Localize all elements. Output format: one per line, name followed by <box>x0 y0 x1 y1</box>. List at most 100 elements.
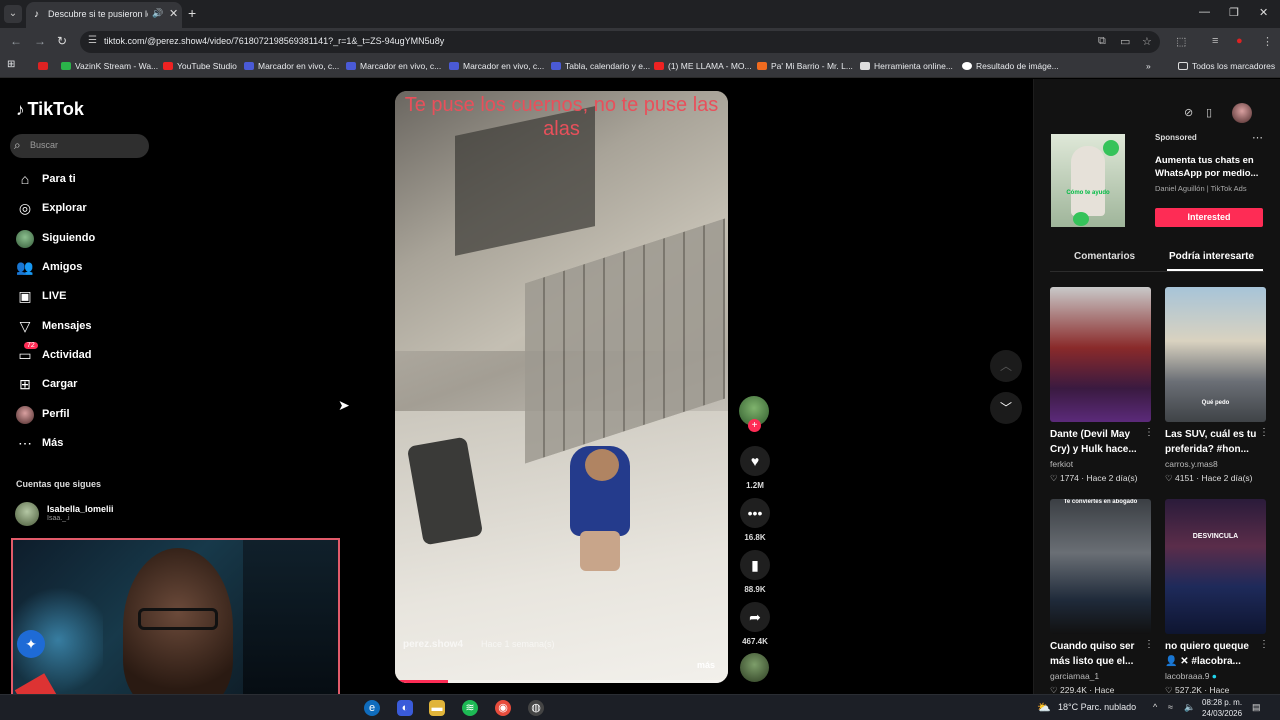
notifications-icon[interactable]: ▤ <box>1252 702 1261 713</box>
tiktok-logo[interactable]: ♪ TikTok <box>16 99 84 120</box>
menu-dots-icon[interactable]: ⋮ <box>1262 35 1273 48</box>
edge-icon[interactable]: e <box>364 700 380 716</box>
music-disc[interactable] <box>740 653 769 682</box>
youtube-icon <box>654 62 664 70</box>
like-button[interactable]: ♥ 1.2M <box>739 446 771 490</box>
following-account-name[interactable]: Isabella_lomelii <box>47 504 114 514</box>
ad-author: Daniel Aguillón | TikTok Ads <box>1155 184 1247 193</box>
spotify-icon[interactable]: ≋ <box>462 700 478 716</box>
next-video-button[interactable]: ﹀ <box>990 392 1022 424</box>
close-tab-icon[interactable]: ✕ <box>169 7 178 20</box>
profile-icon[interactable]: ● <box>1236 35 1243 47</box>
bookmark-item[interactable]: (1) ME LLAMA - MO... <box>654 61 752 71</box>
bookmark-item[interactable]: Pa' Mi Barrio - Mr. L... <box>757 61 853 71</box>
bookmark-item[interactable]: VazinK Stream - Wa... <box>61 61 158 71</box>
media-icon[interactable]: ≡ <box>1212 35 1218 47</box>
nav-label: Mensajes <box>42 320 92 332</box>
bookmark-item[interactable]: Resultado de imáge... <box>962 61 1059 71</box>
bookmark-item[interactable]: YouTube Studio <box>163 61 237 71</box>
nav-item-explorar[interactable]: ◎ Explorar <box>16 199 156 221</box>
nav-label: LIVE <box>42 290 67 302</box>
card-thumbnail: Te conviertes en abogado <box>1050 499 1151 634</box>
nav-item-perfil[interactable]: Perfil <box>16 405 156 427</box>
tab-comentarios[interactable]: Comentarios <box>1074 251 1135 262</box>
tab-search-button[interactable]: ⌄ <box>4 5 22 23</box>
tab-podria-interesarte[interactable]: Podría interesarte <box>1169 251 1254 262</box>
device-icon[interactable]: ▯ <box>1206 106 1212 119</box>
address-bar[interactable]: ☰ tiktok.com/@perez.show4/video/76180721… <box>80 31 1160 53</box>
video-progress-bar[interactable] <box>395 680 728 683</box>
card-options-icon[interactable]: ⋮ <box>1259 639 1269 650</box>
ad-text[interactable]: Aumenta tus chats en WhatsApp por medio.… <box>1155 154 1265 180</box>
extensions-icon[interactable]: ⬚ <box>1176 35 1186 48</box>
clock[interactable]: 08:28 p. m. 24/03/2026 <box>1202 697 1242 719</box>
compass-small-icon[interactable]: ⊘ <box>1184 106 1193 119</box>
bookmark-item[interactable]: Marcador en vivo, c... <box>449 61 544 71</box>
previous-video-button[interactable]: ︿ <box>990 350 1022 382</box>
nav-item-siguiendo[interactable]: Siguiendo <box>16 229 156 251</box>
folder-icon[interactable]: ▬ <box>429 700 445 716</box>
bookmark-item[interactable]: Herramienta online... <box>860 61 953 71</box>
card-options-icon[interactable]: ⋮ <box>1144 639 1154 650</box>
bookmark-item[interactable]: Tabla, calendario y e... <box>551 61 650 71</box>
minimize-icon[interactable]: — <box>1199 6 1210 18</box>
ad-thumbnail[interactable]: Cómo te ayudo <box>1051 134 1125 227</box>
card-options-icon[interactable]: ⋮ <box>1259 427 1269 438</box>
weather-text[interactable]: 18°C Parc. nublado <box>1058 702 1136 712</box>
all-bookmarks[interactable]: Todos los marcadores <box>1178 61 1275 71</box>
video-author[interactable]: perez.show4 <box>403 639 463 650</box>
interested-button[interactable]: Interested <box>1155 208 1263 227</box>
comment-button[interactable]: ••• 16.8K <box>739 498 771 542</box>
more-button[interactable]: más <box>697 660 715 670</box>
app-icon[interactable]: ◐ <box>397 700 413 716</box>
card-options-icon[interactable]: ⋮ <box>1144 427 1154 438</box>
webcam-overlay: ✦ <box>11 538 340 713</box>
forward-icon[interactable]: → <box>34 34 46 48</box>
bookmark-item[interactable] <box>38 61 52 71</box>
follow-plus-icon[interactable]: + <box>748 419 761 432</box>
video-scene-head <box>585 449 619 481</box>
bookmark-item[interactable]: Marcador en vivo, c... <box>346 61 441 71</box>
card-title: Cuando quiso ser más listo que el... <box>1050 641 1135 667</box>
translate-icon[interactable]: ⧉ <box>1098 35 1106 48</box>
like-count: 1.2M <box>746 481 764 490</box>
search-input[interactable]: ⌕ Buscar <box>10 134 149 158</box>
nav-item-para-ti[interactable]: ⌂ Para ti <box>16 170 156 192</box>
nav-item-actividad[interactable]: ▭ 72 Actividad <box>16 342 156 368</box>
video-time: Hace 1 semana(s) <box>481 639 555 649</box>
nav-item-mensajes[interactable]: ▽ Mensajes <box>16 317 156 339</box>
video-player[interactable]: Te puse los cuernos, no te puse las alas… <box>395 91 728 683</box>
avatar[interactable] <box>15 502 39 526</box>
more-bookmarks-icon[interactable]: » <box>1146 61 1151 71</box>
volume-icon[interactable]: 🔈 <box>1184 702 1195 713</box>
video-caption: Te puse los cuernos, no te puse las alas <box>404 94 719 140</box>
share-button[interactable]: ➦ 467.4K <box>739 602 771 646</box>
obs-icon[interactable]: ◍ <box>528 700 544 716</box>
speaker-icon[interactable]: 🔊 <box>152 8 163 19</box>
save-button[interactable]: ▮ 88.9K <box>739 550 771 594</box>
ad-options-icon[interactable]: ⋯ <box>1252 131 1263 144</box>
nav-item-amigos[interactable]: 👥 Amigos <box>16 258 156 280</box>
back-icon[interactable]: ← <box>10 34 22 48</box>
nav-item-cargar[interactable]: ⊞ Cargar <box>16 375 156 397</box>
bookmark-item[interactable]: Marcador en vivo, c... <box>244 61 339 71</box>
site-info-icon[interactable]: ☰ <box>88 35 97 46</box>
webcam-background <box>243 540 338 711</box>
new-tab-button[interactable]: + <box>188 5 196 21</box>
maximize-icon[interactable]: ❐ <box>1229 6 1239 19</box>
reload-icon[interactable]: ↻ <box>57 34 67 48</box>
chrome-icon[interactable]: ◉ <box>495 700 511 716</box>
card-author: garciamaa_1 <box>1050 671 1100 681</box>
tray-chevron-icon[interactable]: ^ <box>1153 702 1157 712</box>
cast-icon[interactable]: ▭ <box>1120 35 1130 48</box>
taskbar: e ◐ ▬ ≋ ◉ ◍ ⛅ 18°C Parc. nublado ^ ≈ 🔈 0… <box>0 694 1280 720</box>
avatar[interactable] <box>1232 103 1252 123</box>
nav-item-live[interactable]: ▣ LIVE <box>16 287 156 309</box>
nav-item-mas[interactable]: ⋯ Más <box>16 434 156 456</box>
browser-tab-active[interactable]: ♪ Descubre si te pusieron los 🔊 ✕ <box>26 2 182 28</box>
apps-grid-icon[interactable]: ⊞ <box>7 59 15 70</box>
url-text[interactable]: tiktok.com/@perez.show4/video/7618072198… <box>104 36 444 46</box>
wifi-icon[interactable]: ≈ <box>1168 702 1173 712</box>
bookmark-star-icon[interactable]: ☆ <box>1142 35 1152 48</box>
close-window-icon[interactable]: ✕ <box>1259 6 1268 19</box>
